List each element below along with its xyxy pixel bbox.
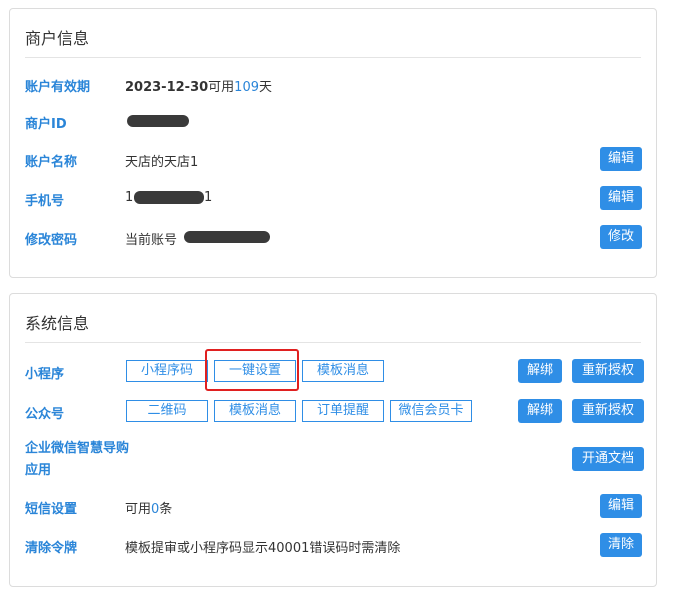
password-label: 修改密码 bbox=[25, 233, 78, 248]
phone-edit-button[interactable]: 编辑 bbox=[600, 186, 642, 210]
miniapp-template-message-button[interactable]: 模板消息 bbox=[302, 360, 384, 382]
official-account-label: 公众号 bbox=[25, 407, 65, 422]
miniapp-qrcode-button[interactable]: 小程序码 bbox=[126, 360, 208, 382]
account-name-label: 账户名称 bbox=[25, 155, 78, 170]
account-name-edit-button[interactable]: 编辑 bbox=[600, 147, 642, 171]
phone-row: 手机号 1 1 编辑 bbox=[10, 186, 656, 210]
phone-suffix: 1 bbox=[204, 190, 213, 205]
merchant-id-redacted bbox=[127, 115, 189, 127]
official-unbind-button[interactable]: 解绑 bbox=[518, 399, 562, 423]
official-account-row: 公众号 二维码 模板消息 订单提醒 微信会员卡 解绑 重新授权 bbox=[10, 399, 656, 424]
token-clear-button[interactable]: 清除 bbox=[600, 533, 642, 557]
password-modify-button[interactable]: 修改 bbox=[600, 225, 642, 249]
miniapp-reauthorize-button[interactable]: 重新授权 bbox=[572, 359, 644, 383]
system-info-panel: 系统信息 小程序 小程序码 一键设置 模板消息 解绑 重新授权 公众号 二维码 … bbox=[9, 293, 657, 587]
sms-row: 短信设置 可用0条 编辑 bbox=[10, 494, 656, 518]
merchant-id-row: 商户ID bbox=[10, 109, 656, 133]
system-info-divider bbox=[25, 342, 641, 343]
merchant-info-divider bbox=[25, 57, 641, 58]
official-wechat-member-card-button[interactable]: 微信会员卡 bbox=[390, 400, 472, 422]
password-account-redacted bbox=[184, 231, 270, 243]
sms-value: 可用0条 bbox=[125, 498, 172, 517]
sms-label: 短信设置 bbox=[25, 502, 78, 517]
token-row: 清除令牌 模板提审或小程序码显示40001错误码时需清除 清除 bbox=[10, 533, 656, 557]
sms-edit-button[interactable]: 编辑 bbox=[600, 494, 642, 518]
merchant-id-label: 商户ID bbox=[25, 117, 67, 132]
token-description: 模板提审或小程序码显示40001错误码时需清除 bbox=[125, 541, 401, 556]
official-template-message-button[interactable]: 模板消息 bbox=[214, 400, 296, 422]
official-qrcode-button[interactable]: 二维码 bbox=[126, 400, 208, 422]
official-reauthorize-button[interactable]: 重新授权 bbox=[572, 399, 644, 423]
token-label: 清除令牌 bbox=[25, 541, 78, 556]
sms-prefix: 可用 bbox=[125, 502, 152, 517]
wecom-label: 企业微信智慧导购应用 bbox=[25, 441, 130, 478]
system-info-title: 系统信息 bbox=[25, 314, 90, 333]
phone-prefix: 1 bbox=[125, 190, 134, 205]
expiry-days: 109 bbox=[234, 80, 259, 95]
phone-label: 手机号 bbox=[25, 194, 65, 209]
expiry-date: 2023-12-30 bbox=[125, 80, 209, 95]
merchant-info-title: 商户信息 bbox=[25, 29, 90, 48]
expiry-available-prefix: 可用 bbox=[208, 80, 235, 95]
phone-redacted bbox=[134, 191, 204, 204]
expiry-suffix: 天 bbox=[259, 80, 273, 95]
password-row: 修改密码 当前账号 修改 bbox=[10, 225, 656, 249]
wecom-doc-button[interactable]: 开通文档 bbox=[572, 447, 644, 471]
one-click-setup-highlight bbox=[205, 349, 299, 391]
miniapp-row: 小程序 小程序码 一键设置 模板消息 解绑 重新授权 bbox=[10, 359, 656, 384]
password-value-prefix: 当前账号 bbox=[125, 233, 178, 248]
account-name-value: 天店的天店1 bbox=[125, 155, 199, 170]
account-name-row: 账户名称 天店的天店1 编辑 bbox=[10, 147, 656, 171]
miniapp-label: 小程序 bbox=[25, 367, 65, 382]
expiry-row: 账户有效期 2023-12-30可用109天 bbox=[10, 72, 656, 96]
official-order-reminder-button[interactable]: 订单提醒 bbox=[302, 400, 384, 422]
sms-suffix: 条 bbox=[159, 502, 173, 517]
expiry-label: 账户有效期 bbox=[25, 80, 91, 95]
expiry-value: 2023-12-30可用109天 bbox=[125, 76, 272, 95]
wecom-row: 企业微信智慧导购应用 开通文档 bbox=[10, 440, 656, 484]
merchant-info-panel: 商户信息 账户有效期 2023-12-30可用109天 商户ID 账户名称 天店… bbox=[9, 8, 657, 278]
miniapp-unbind-button[interactable]: 解绑 bbox=[518, 359, 562, 383]
